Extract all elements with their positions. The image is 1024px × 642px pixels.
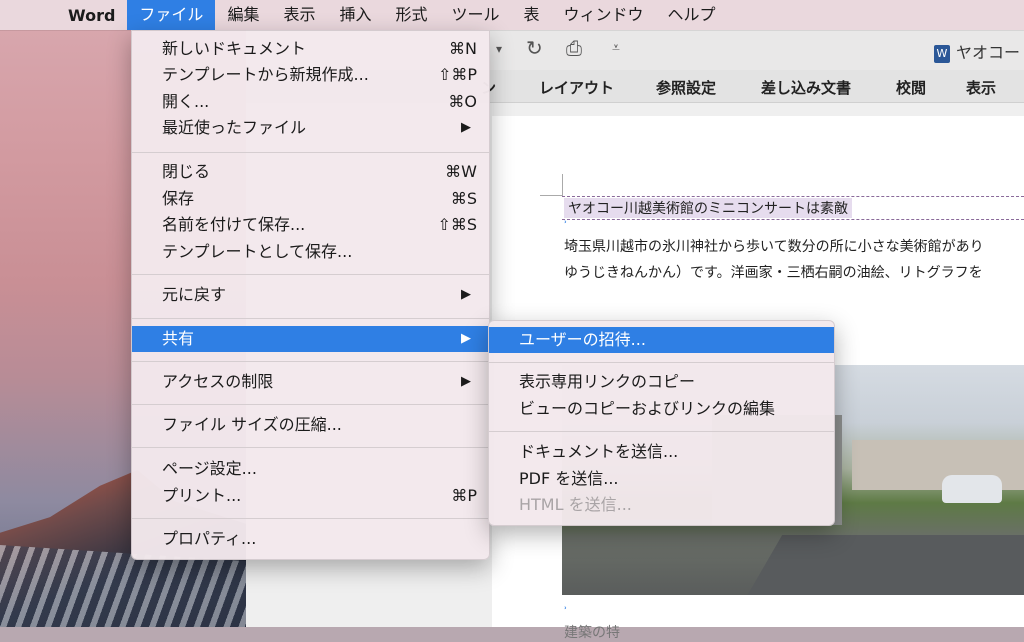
paragraph-mark-icon: ˒ <box>564 216 568 229</box>
menu-item-copy-edit-link[interactable]: ビューのコピーおよびリンクの編集 <box>489 396 834 422</box>
crop-mark <box>540 195 562 196</box>
menu-item-label: ファイル サイズの圧縮... <box>162 415 342 434</box>
paragraph-line[interactable]: 建築の特 <box>564 622 620 642</box>
menu-item-close[interactable]: 閉じる ⌘W <box>132 159 489 185</box>
menu-table[interactable]: 表 <box>512 0 552 30</box>
shortcut-label: ⌘W <box>445 162 477 181</box>
submenu-arrow-icon: ▶ <box>461 374 471 389</box>
menu-item-invite[interactable]: ユーザーの招待... <box>489 327 834 353</box>
menu-item-copy-view-link[interactable]: 表示専用リンクのコピー <box>489 369 834 395</box>
submenu-arrow-icon: ▶ <box>461 287 471 302</box>
paragraph-line[interactable]: ゆうじきねんかん）です。洋画家・三栖右嗣の油絵、リトグラフを <box>564 262 983 282</box>
menu-help[interactable]: ヘルプ <box>656 0 728 30</box>
menu-insert[interactable]: 挿入 <box>327 0 383 30</box>
customize-toolbar-icon[interactable]: ⩡ <box>612 40 620 56</box>
menu-edit[interactable]: 編集 <box>215 0 271 30</box>
menu-item-open[interactable]: 開く... ⌘O <box>132 89 489 115</box>
menu-tools[interactable]: ツール <box>440 0 512 30</box>
menu-item-revert[interactable]: 元に戻す ▶ <box>132 282 489 308</box>
word-doc-icon: W <box>934 44 950 63</box>
shortcut-label: ⌘S <box>450 189 477 208</box>
menu-item-label: プリント... <box>162 486 242 505</box>
shortcut-label: ⌘P <box>451 486 477 505</box>
menu-separator <box>132 361 489 362</box>
tab-references[interactable]: 参照設定 <box>656 77 716 98</box>
shortcut-label: ⌘N <box>449 39 477 58</box>
dropdown-arrow-icon[interactable]: ▾ <box>496 42 502 56</box>
menu-window[interactable]: ウィンドウ <box>552 0 656 30</box>
menu-item-label: ユーザーの招待... <box>519 330 646 349</box>
menu-item-label: ドキュメントを送信... <box>519 442 679 461</box>
menu-item-share[interactable]: 共有 ▶ <box>132 326 489 352</box>
share-submenu: ユーザーの招待... 表示専用リンクのコピー ビューのコピーおよびリンクの編集 … <box>488 320 835 526</box>
menu-separator <box>489 362 834 363</box>
paragraph-mark-icon: ˒ <box>564 602 568 615</box>
submenu-arrow-icon: ▶ <box>461 331 471 346</box>
tab-mailings[interactable]: 差し込み文書 <box>761 77 851 98</box>
menu-item-label: 保存 <box>162 189 195 208</box>
menu-item-label: 表示専用リンクのコピー <box>519 372 696 391</box>
menu-item-label: ビューのコピーおよびリンクの編集 <box>519 399 776 418</box>
menu-separator <box>132 447 489 448</box>
submenu-arrow-icon: ▶ <box>461 120 471 135</box>
menu-item-label: プロパティ... <box>162 529 257 548</box>
shortcut-label: ⌘O <box>448 92 477 111</box>
menu-item-label: PDF を送信... <box>519 469 619 488</box>
menu-file[interactable]: ファイル <box>127 0 216 30</box>
menu-separator <box>132 404 489 405</box>
document-title: W ヤオコー <box>934 39 1020 63</box>
photo-car <box>942 475 1002 503</box>
menu-item-label: 名前を付けて保存... <box>162 215 306 234</box>
menu-separator <box>132 318 489 319</box>
document-title-text: ヤオコー <box>956 43 1021 62</box>
menu-item-label: テンプレートとして保存... <box>162 242 353 261</box>
shortcut-label: ⇧⌘S <box>437 215 477 234</box>
menu-item-save[interactable]: 保存 ⌘S <box>132 186 489 212</box>
menu-separator <box>132 518 489 519</box>
tab-view[interactable]: 表示 <box>966 77 996 98</box>
menu-item-new-document[interactable]: 新しいドキュメント ⌘N <box>132 36 489 62</box>
document-heading[interactable]: ヤオコー川越美術館のミニコンサートは素敵 <box>564 198 852 218</box>
print-icon[interactable]: ⎙ <box>566 36 582 60</box>
menu-separator <box>132 152 489 153</box>
photo-road <box>741 535 1024 595</box>
menu-format[interactable]: 形式 <box>383 0 439 30</box>
menu-item-print[interactable]: プリント... ⌘P <box>132 483 489 509</box>
menu-item-send-document[interactable]: ドキュメントを送信... <box>489 439 834 465</box>
paragraph-line[interactable]: 埼玉県川越市の氷川神社から歩いて数分の所に小さな美術館があり <box>564 236 984 256</box>
file-menu: 新しいドキュメント ⌘N テンプレートから新規作成... ⇧⌘P 開く... ⌘O 最… <box>131 30 490 560</box>
menu-view[interactable]: 表示 <box>271 0 327 30</box>
menu-item-label: テンプレートから新規作成... <box>162 65 369 84</box>
menu-item-label: アクセスの制限 <box>162 372 274 391</box>
menu-app-name[interactable]: Word <box>60 6 127 25</box>
menu-item-label: 閉じる <box>162 162 211 181</box>
menu-item-properties[interactable]: プロパティ... <box>132 526 489 552</box>
shortcut-label: ⇧⌘P <box>437 65 477 84</box>
menu-item-label: 元に戻す <box>162 285 227 304</box>
menu-bar: Word ファイル 編集 表示 挿入 形式 ツール 表 ウィンドウ ヘルプ <box>0 0 1024 30</box>
menu-item-label: 最近使ったファイル <box>162 118 307 137</box>
menu-item-recent[interactable]: 最近使ったファイル ▶ <box>132 115 489 141</box>
redo-icon[interactable]: ↻ <box>526 36 543 60</box>
menu-item-label: HTML を送信... <box>519 495 632 514</box>
menu-item-label: ページ設定... <box>162 459 257 478</box>
menu-item-save-as-template[interactable]: テンプレートとして保存... <box>132 239 489 265</box>
menu-item-save-as[interactable]: 名前を付けて保存... ⇧⌘S <box>132 212 489 238</box>
menu-item-label: 開く... <box>162 92 210 111</box>
tab-layout[interactable]: レイアウト <box>539 77 614 98</box>
menu-item-from-template[interactable]: テンプレートから新規作成... ⇧⌘P <box>132 62 489 88</box>
menu-item-label: 共有 <box>162 329 195 348</box>
crop-mark <box>562 174 563 196</box>
menu-separator <box>489 431 834 432</box>
menu-item-label: 新しいドキュメント <box>162 39 307 58</box>
menu-item-send-html: HTML を送信... <box>489 492 834 518</box>
menu-item-reduce-size[interactable]: ファイル サイズの圧縮... <box>132 412 489 438</box>
tab-review[interactable]: 校閲 <box>896 77 926 98</box>
menu-item-page-setup[interactable]: ページ設定... <box>132 456 489 482</box>
menu-item-restrict-access[interactable]: アクセスの制限 ▶ <box>132 369 489 395</box>
menu-item-send-pdf[interactable]: PDF を送信... <box>489 466 834 492</box>
menu-separator <box>132 274 489 275</box>
